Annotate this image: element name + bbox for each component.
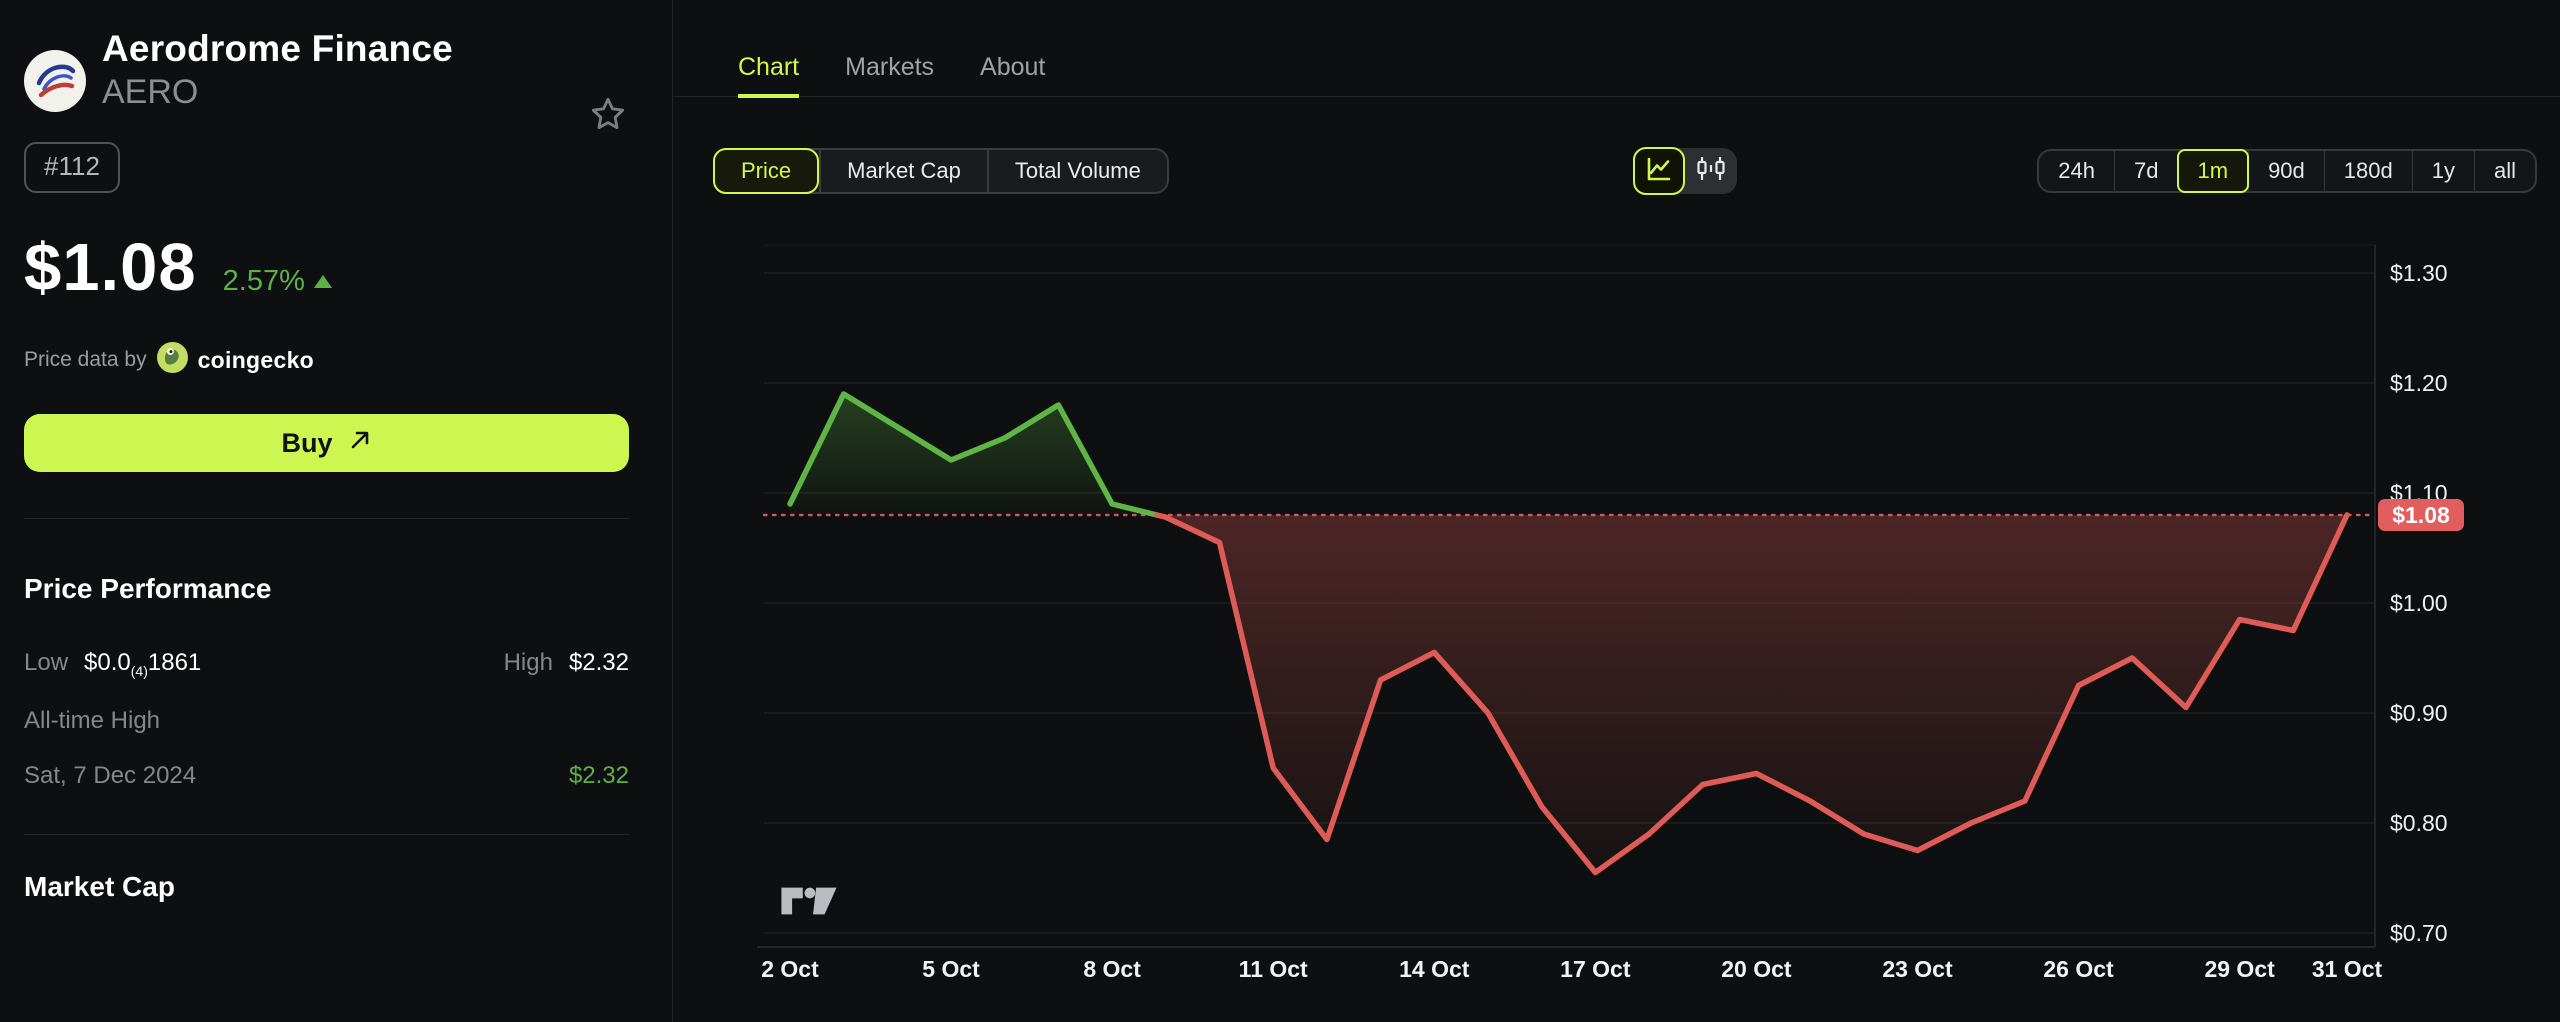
price-change: 2.57% [223,265,332,298]
favorite-star-icon[interactable] [588,94,628,139]
sidebar-divider [24,518,629,519]
svg-text:14 Oct: 14 Oct [1399,956,1470,982]
low-high-row: Low $0.0(4)1861 High $2.32 [24,649,629,679]
svg-text:29 Oct: 29 Oct [2204,956,2275,982]
coin-header: Aerodrome Finance AERO [24,28,628,112]
price-change-value: 2.57% [223,265,305,298]
tradingview-logo[interactable] [778,885,840,922]
price-data-attribution: Price data by coingecko [24,342,628,378]
attribution-provider[interactable]: coingecko [198,347,314,374]
coin-title-block: Aerodrome Finance AERO [102,28,453,112]
svg-text:26 Oct: 26 Oct [2043,956,2114,982]
svg-text:$0.80: $0.80 [2390,810,2448,836]
coin-name: Aerodrome Finance [102,28,453,71]
low-label: Low [24,649,68,677]
svg-text:$1.20: $1.20 [2390,370,2448,396]
up-triangle-icon [314,275,332,288]
chart-panel: Chart Markets About Price Market Cap Tot… [673,0,2560,1022]
current-price: $1.08 [24,229,197,306]
svg-text:$1.00: $1.00 [2390,590,2448,616]
coin-symbol: AERO [102,73,453,112]
market-rank-badge: #112 [24,142,120,193]
price-chart[interactable]: $1.30$1.20$1.10$1.00$0.90$0.80$0.702 Oct… [673,0,2560,1022]
svg-text:11 Oct: 11 Oct [1239,956,1308,982]
svg-text:5 Oct: 5 Oct [922,956,980,982]
price-row: $1.08 2.57% [24,229,628,306]
buy-button-label: Buy [281,428,332,459]
sidebar-divider-2 [24,834,629,835]
svg-text:31 Oct: 31 Oct [2312,956,2383,982]
svg-text:$0.90: $0.90 [2390,700,2448,726]
svg-text:$1.30: $1.30 [2390,260,2448,286]
ath-label: All-time High [24,707,628,735]
attribution-prefix: Price data by [24,348,147,372]
ath-row: Sat, 7 Dec 2024 $2.32 [24,762,629,790]
coin-sidebar: Aerodrome Finance AERO #112 $1.08 2.57% … [0,0,673,1022]
price-performance-title: Price Performance [24,573,628,605]
svg-text:8 Oct: 8 Oct [1083,956,1141,982]
market-cap-title: Market Cap [24,871,628,903]
high-label: High [504,649,553,677]
svg-text:17 Oct: 17 Oct [1560,956,1631,982]
range-1m-button[interactable]: 1m [2177,149,2250,193]
coingecko-icon [157,342,188,378]
high-pair: High $2.32 [504,649,629,677]
ath-value: $2.32 [569,762,629,790]
low-value-subscript: (4) [131,663,148,679]
buy-button[interactable]: Buy [24,414,629,472]
high-value: $2.32 [569,649,629,677]
svg-text:2 Oct: 2 Oct [761,956,819,982]
svg-text:$1.08: $1.08 [2392,502,2450,528]
low-value: $0.0(4)1861 [84,649,201,679]
ath-date: Sat, 7 Dec 2024 [24,762,196,790]
svg-text:23 Oct: 23 Oct [1882,956,1953,982]
low-pair: Low $0.0(4)1861 [24,649,201,679]
svg-text:$0.70: $0.70 [2390,920,2448,946]
aerodrome-logo [24,50,86,112]
svg-text:20 Oct: 20 Oct [1721,956,1792,982]
external-link-arrow-icon [348,428,372,459]
